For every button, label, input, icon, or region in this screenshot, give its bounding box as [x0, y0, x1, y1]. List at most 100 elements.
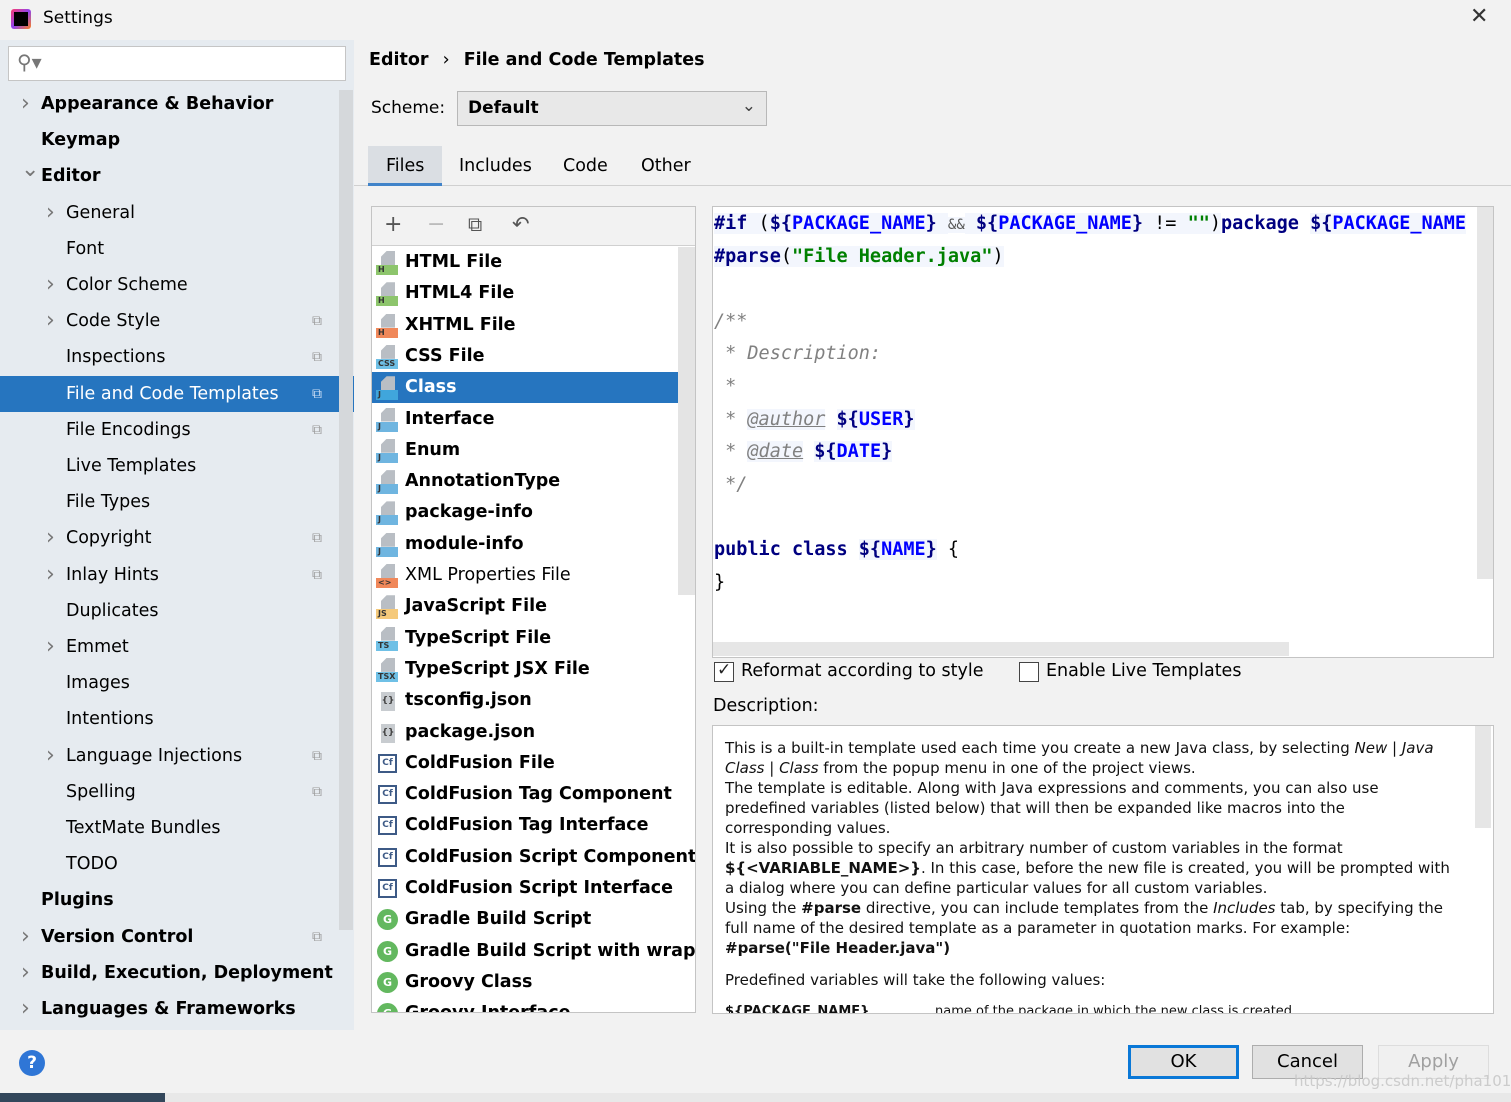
reformat-label[interactable]: Reformat according to style [741, 661, 983, 681]
template-item[interactable]: J Class [372, 372, 695, 404]
sidebar-item-languages-frameworks[interactable]: › Languages & Frameworks [0, 991, 354, 1027]
chevron-right-icon[interactable]: › [21, 919, 30, 955]
template-item[interactable]: Jpackage-info [372, 497, 695, 528]
template-item[interactable]: TS TypeScript File [372, 623, 695, 654]
sidebar-scrollbar[interactable] [339, 90, 353, 930]
template-item[interactable]: JS JavaScript File [372, 591, 695, 622]
tab-files[interactable]: Files [368, 146, 443, 186]
reset-icon[interactable]: ↶ [512, 212, 530, 236]
template-item[interactable]: H HTML File [372, 247, 695, 278]
sidebar-item-color-scheme[interactable]: › Color Scheme [0, 267, 354, 303]
code-token: ( [747, 213, 770, 234]
chevron-right-icon[interactable]: › [46, 557, 55, 593]
code-token: * [714, 441, 748, 463]
template-item[interactable]: G Groovy Class [372, 967, 695, 998]
template-item[interactable]: J AnnotationType [372, 466, 695, 497]
description-scrollbar[interactable] [1475, 726, 1491, 828]
template-item[interactable]: J Interface [372, 404, 695, 435]
sidebar-item-general[interactable]: › General [0, 195, 354, 231]
template-item[interactable]: H HTML4 File [372, 278, 695, 309]
sidebar-item-label: TODO [66, 854, 118, 875]
live-templates-label[interactable]: Enable Live Templates [1046, 661, 1241, 681]
template-item[interactable]: G Groovy Interface [372, 998, 695, 1012]
code-line: /** [714, 308, 747, 336]
template-name: Groovy Interface [405, 998, 570, 1012]
sidebar-item-editor[interactable]: ⌄ Editor [0, 157, 354, 194]
copy-icon[interactable]: ⧉ [468, 212, 482, 236]
sidebar-item-images[interactable]: Images [0, 665, 354, 701]
template-item[interactable]: G Gradle Build Script [372, 904, 695, 935]
sidebar-item-file-encodings[interactable]: File Encodings ⧉ [0, 412, 354, 448]
sidebar-item-appearance-behavior[interactable]: › Appearance & Behavior [0, 86, 354, 122]
project-scope-icon: ⧉ [312, 747, 322, 764]
file-type-icon: H [376, 251, 400, 275]
chevron-right-icon[interactable]: › [46, 267, 55, 303]
tab-other[interactable]: Other [623, 146, 709, 186]
chevron-right-icon[interactable]: › [46, 303, 55, 339]
add-icon[interactable]: + [384, 212, 402, 237]
sidebar-item-font[interactable]: Font [0, 231, 354, 267]
sidebar-item-spelling[interactable]: Spelling ⧉ [0, 774, 354, 810]
remove-icon[interactable]: − [427, 212, 445, 237]
sidebar-item-emmet[interactable]: › Emmet [0, 629, 354, 665]
tab-code[interactable]: Code [545, 146, 626, 186]
sidebar-item-build-execution-deployment[interactable]: › Build, Execution, Deployment [0, 955, 354, 991]
sidebar-item-duplicates[interactable]: Duplicates [0, 593, 354, 629]
template-list-scrollbar[interactable] [678, 247, 695, 595]
close-icon[interactable]: ✕ [1470, 4, 1488, 29]
template-item[interactable]: CSS CSS File [372, 341, 695, 372]
project-scope-icon: ⧉ [312, 928, 322, 945]
sidebar-item-language-injections[interactable]: › Language Injections ⧉ [0, 738, 354, 774]
editor-vertical-scrollbar[interactable] [1477, 207, 1493, 579]
code-token: } [1131, 213, 1143, 234]
sidebar-item-copyright[interactable]: › Copyright ⧉ [0, 520, 354, 556]
chevron-right-icon[interactable]: › [46, 520, 55, 556]
sidebar-item-todo[interactable]: TODO [0, 846, 354, 882]
template-item[interactable]: {} tsconfig.json [372, 685, 695, 716]
template-item[interactable]: Jmodule-info [372, 529, 695, 560]
taskbar-strip [0, 1093, 1511, 1102]
sidebar-item-file-and-code-templates[interactable]: File and Code Templates ⧉ [0, 375, 354, 412]
template-item[interactable]: Cf ColdFusion Script Interface [372, 873, 695, 904]
code-token: /** [714, 310, 748, 332]
settings-search-input[interactable]: ⚲▾ [8, 46, 346, 81]
sidebar-item-inspections[interactable]: Inspections ⧉ [0, 339, 354, 375]
sidebar-item-inlay-hints[interactable]: › Inlay Hints ⧉ [0, 557, 354, 593]
template-code-editor[interactable]: #if (${PACKAGE_NAME} && ${PACKAGE_NAME} … [712, 206, 1494, 658]
template-item[interactable]: GGradle Build Script with wrapper [372, 936, 695, 967]
editor-horizontal-scrollbar[interactable] [713, 642, 1289, 656]
chevron-right-icon[interactable]: › [46, 195, 55, 231]
chevron-right-icon[interactable]: › [46, 629, 55, 665]
sidebar-item-live-templates[interactable]: Live Templates [0, 448, 354, 484]
sidebar-item-plugins[interactable]: Plugins [0, 882, 354, 918]
chevron-right-icon[interactable]: › [21, 955, 30, 991]
sidebar-item-keymap[interactable]: Keymap [0, 122, 354, 158]
chevron-right-icon[interactable]: › [21, 991, 30, 1027]
sidebar-item-intentions[interactable]: Intentions [0, 701, 354, 737]
template-item[interactable]: Cf ColdFusion File [372, 748, 695, 779]
ok-button[interactable]: OK [1128, 1045, 1239, 1079]
reformat-checkbox[interactable] [714, 660, 734, 682]
template-item[interactable]: H XHTML File [372, 310, 695, 341]
chevron-right-icon[interactable]: › [46, 738, 55, 774]
chevron-down-icon[interactable]: ⌄ [21, 152, 39, 188]
template-item[interactable]: Cf ColdFusion Script Component [372, 842, 695, 873]
sidebar-item-textmate-bundles[interactable]: TextMate Bundles [0, 810, 354, 846]
chevron-right-icon[interactable]: › [21, 86, 30, 122]
template-item[interactable]: TSX TypeScript JSX File [372, 654, 695, 685]
template-item[interactable]: <> XML Properties File [372, 560, 695, 591]
template-name: ColdFusion Tag Component [405, 784, 672, 805]
template-item[interactable]: {} package.json [372, 717, 695, 748]
scheme-dropdown[interactable]: Default ⌄ [457, 91, 767, 126]
sidebar-item-code-style[interactable]: › Code Style ⧉ [0, 303, 354, 339]
breadcrumb-parent[interactable]: Editor [369, 50, 429, 70]
template-item[interactable]: Cf ColdFusion Tag Interface [372, 810, 695, 841]
sidebar-item-file-types[interactable]: File Types [0, 484, 354, 520]
live-templates-checkbox[interactable] [1019, 662, 1039, 682]
template-item[interactable]: Cf ColdFusion Tag Component [372, 779, 695, 810]
help-icon[interactable]: ? [19, 1050, 45, 1076]
template-item[interactable]: J Enum [372, 435, 695, 466]
tab-includes[interactable]: Includes [441, 146, 550, 186]
sidebar-item-version-control[interactable]: › Version Control ⧉ [0, 919, 354, 955]
code-token: NAME [881, 539, 926, 560]
